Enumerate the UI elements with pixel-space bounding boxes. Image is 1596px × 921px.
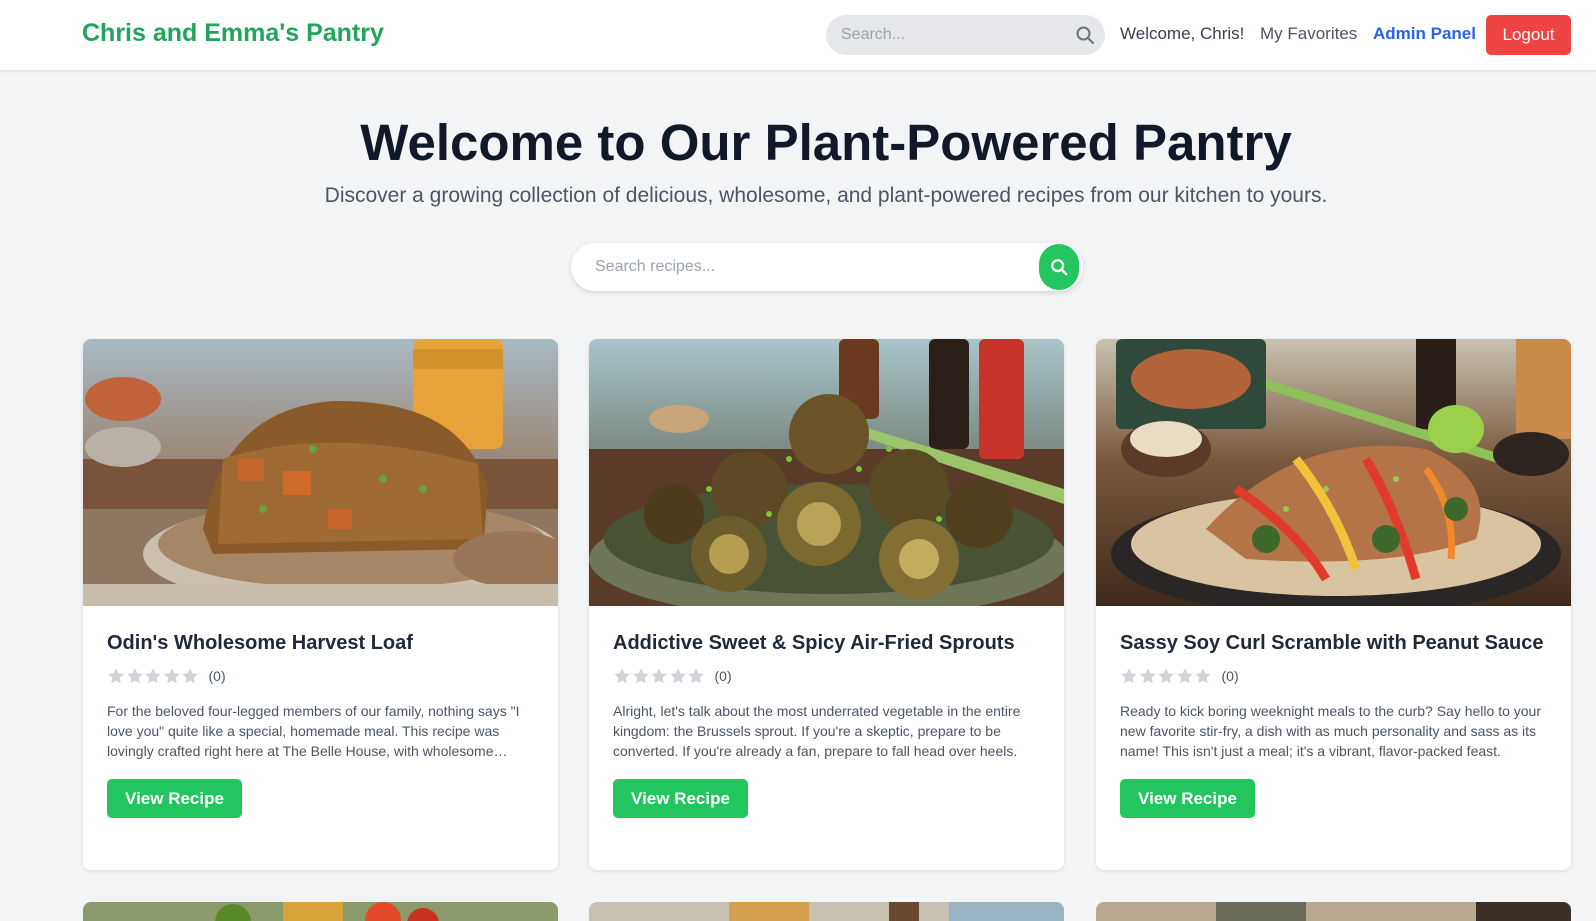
recipe-title[interactable]: Odin's Wholesome Harvest Loaf — [107, 629, 537, 657]
admin-panel-link[interactable]: Admin Panel — [1373, 24, 1476, 44]
recipe-search-bar — [571, 243, 1083, 291]
brussels-sprouts-photo[interactable] — [589, 339, 1064, 606]
search-icon — [1051, 259, 1068, 276]
recipe-search-input[interactable] — [571, 243, 1021, 291]
star-icon[interactable] — [669, 667, 687, 685]
recipe-card[interactable]: Odin's Wholesome Harvest Loaf (0) For th… — [83, 339, 558, 870]
welcome-text: Welcome, Chris! — [1120, 24, 1245, 43]
recipe-description: For the beloved four-legged members of o… — [107, 703, 520, 759]
star-rating[interactable]: (0) — [613, 666, 1043, 686]
rating-stars[interactable] — [613, 667, 706, 685]
star-icon[interactable] — [181, 667, 199, 685]
star-icon[interactable] — [1194, 667, 1212, 685]
recipe-card-partial[interactable] — [589, 902, 1064, 921]
view-recipe-button[interactable]: View Recipe — [1120, 779, 1255, 818]
recipe-title[interactable]: Sassy Soy Curl Scramble with Peanut Sauc… — [1120, 629, 1550, 657]
view-recipe-button[interactable]: View Recipe — [613, 779, 748, 818]
star-rating[interactable]: (0) — [1120, 666, 1550, 686]
star-icon[interactable] — [632, 667, 650, 685]
my-favorites-link[interactable]: My Favorites — [1260, 24, 1357, 44]
soy-curl-stirfry-photo[interactable] — [1096, 339, 1571, 606]
recipe-search-button[interactable] — [1039, 244, 1079, 290]
search-icon[interactable] — [1075, 25, 1095, 45]
page-title: Welcome to Our Plant-Powered Pantry — [360, 114, 1292, 171]
top-navbar: Chris and Emma's Pantry Welcome, Chris! … — [0, 0, 1596, 70]
recipe-description: Ready to kick boring weeknight meals to … — [1120, 703, 1542, 759]
recipe-card-partial[interactable] — [1096, 902, 1571, 921]
star-icon[interactable] — [1139, 667, 1157, 685]
star-icon[interactable] — [650, 667, 668, 685]
rating-count: (0) — [714, 668, 732, 684]
star-icon[interactable] — [1157, 667, 1175, 685]
star-icon[interactable] — [107, 667, 125, 685]
logout-button[interactable]: Logout — [1486, 15, 1571, 55]
recipe-card-partial[interactable] — [83, 902, 558, 921]
star-rating[interactable]: (0) — [107, 666, 537, 686]
star-icon[interactable] — [613, 667, 631, 685]
recipe-description: Alright, let's talk about the most under… — [613, 703, 1021, 759]
nav-search-input[interactable] — [826, 15, 1066, 55]
rating-stars[interactable] — [107, 667, 200, 685]
recipe-card[interactable]: Sassy Soy Curl Scramble with Peanut Sauc… — [1096, 339, 1571, 870]
star-icon[interactable] — [144, 667, 162, 685]
page-subtitle: Discover a growing collection of delicio… — [324, 184, 1328, 207]
harvest-loaf-photo[interactable] — [83, 339, 558, 606]
view-recipe-button[interactable]: View Recipe — [107, 779, 242, 818]
rating-stars[interactable] — [1120, 667, 1213, 685]
star-icon[interactable] — [687, 667, 705, 685]
rating-count: (0) — [208, 668, 226, 684]
star-icon[interactable] — [1176, 667, 1194, 685]
recipe-card[interactable]: Addictive Sweet & Spicy Air-Fried Sprout… — [589, 339, 1064, 870]
recipe-title[interactable]: Addictive Sweet & Spicy Air-Fried Sprout… — [613, 629, 1043, 657]
star-icon[interactable] — [126, 667, 144, 685]
rating-count: (0) — [1221, 668, 1239, 684]
nav-search-bar — [826, 15, 1105, 55]
site-logo[interactable]: Chris and Emma's Pantry — [82, 19, 384, 48]
star-icon[interactable] — [1120, 667, 1138, 685]
star-icon[interactable] — [163, 667, 181, 685]
